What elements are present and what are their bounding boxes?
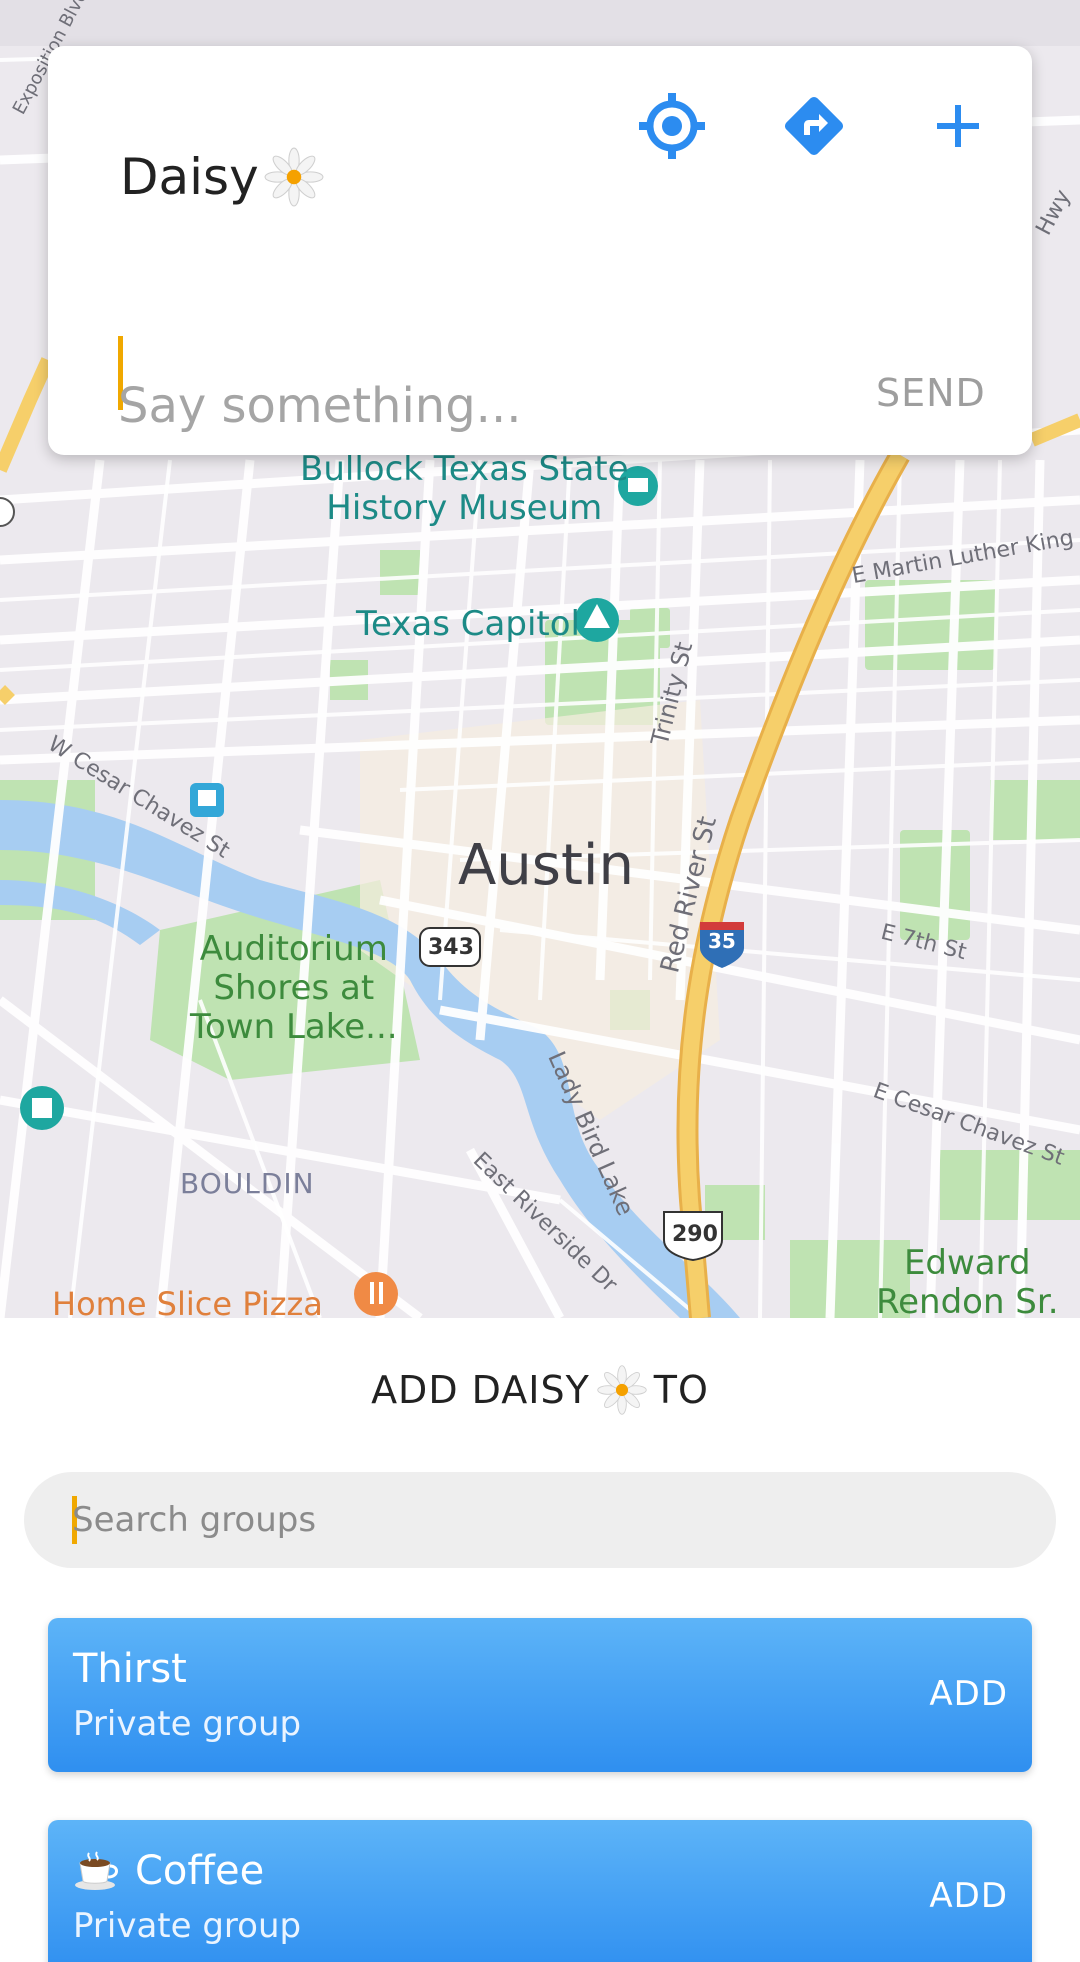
group-name-text: Coffee [135,1848,265,1894]
locate-button[interactable] [632,86,712,166]
send-button[interactable]: SEND [876,371,986,415]
card-title-text: Daisy [120,148,259,206]
poi-label-line: History Museum [326,488,603,529]
message-card: Daisy Say something... SEND [48,46,1032,455]
poi-label-home-slice[interactable]: Home Slice Pizza [52,1286,323,1318]
directions-icon [784,96,844,156]
poi-label-line: Town Lake... [190,1007,398,1048]
restaurant-pin-icon [354,1272,398,1316]
card-title: Daisy [120,146,325,208]
panel-title: ADD DAISY TO [0,1364,1080,1416]
poi-label-bullock[interactable]: Bullock Texas State History Museum [300,449,629,529]
group-name-text: Thirst [73,1646,187,1692]
transit-icon [190,783,224,817]
coffee-cup-icon [75,1851,118,1890]
group-name: Thirst [73,1646,187,1692]
poi-label-line: Bullock Texas State [300,449,629,489]
poi-label-line: Auditorium [199,929,388,969]
search-groups-input[interactable] [72,1488,972,1552]
panel-title-suffix: TO [653,1368,709,1412]
poi-label-line: Rendon Sr. [876,1282,1059,1318]
group-card-thirst[interactable]: Thirst Private group ADD [48,1618,1032,1772]
group-card-coffee[interactable]: Coffee Private group ADD [48,1820,1032,1962]
capitol-pin-icon [575,598,619,642]
group-type: Private group [73,1704,302,1744]
group-name: Coffee [73,1848,264,1894]
city-label: Austin [458,833,634,898]
route-290-label: 290 [672,1222,718,1247]
message-input[interactable] [118,371,768,441]
poi-label-line: Edward [903,1243,1031,1283]
route-343-label: 343 [428,935,474,960]
panel-title-prefix: ADD DAISY [371,1368,590,1412]
add-button[interactable] [918,86,998,166]
interstate-shield-label: 35 [708,929,736,953]
group-add-button[interactable]: ADD [929,1674,1008,1714]
poi-label-line: Shores at [213,968,375,1009]
poi-label-capitol[interactable]: Texas Capitol [356,604,580,644]
neighborhood-label: BOULDIN [180,1167,315,1200]
group-add-button[interactable]: ADD [929,1876,1008,1916]
directions-button[interactable] [774,86,854,166]
daisy-flower-icon [597,1365,647,1415]
plus-icon [937,105,979,147]
poi-label-edward-rendon[interactable]: Edward Rendon Sr. [876,1243,1059,1318]
add-to-group-panel: ADD DAISY TO Thirst Private group ADD [0,1318,1080,1962]
theater-pin-icon [20,1086,64,1130]
search-groups-box[interactable] [24,1472,1056,1568]
crosshair-locate-icon [639,93,705,159]
group-type: Private group [73,1906,302,1946]
daisy-flower-icon [264,147,324,207]
poi-label-auditorium-shores[interactable]: Auditorium Shores at Town Lake... [190,929,398,1048]
